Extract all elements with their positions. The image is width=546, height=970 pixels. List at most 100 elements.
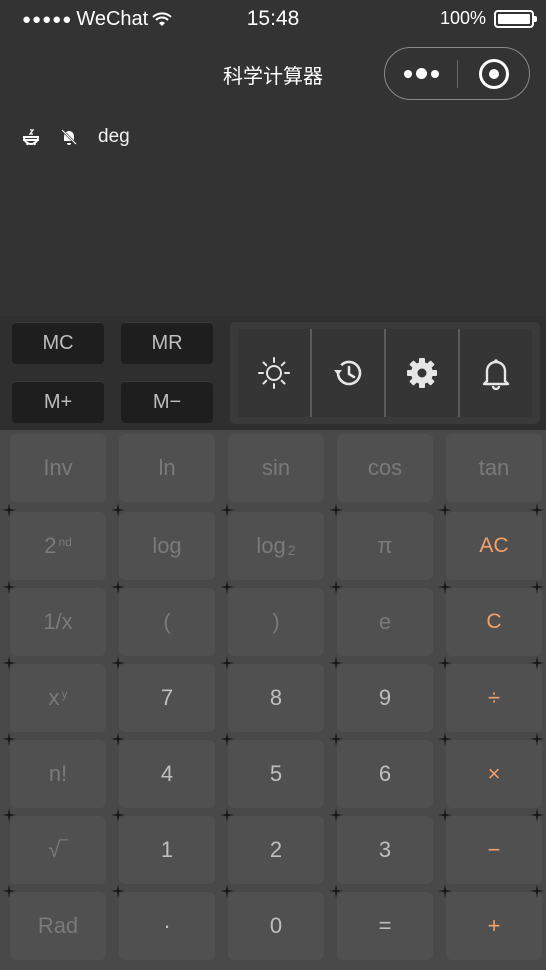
mini-program-capsule [384, 47, 530, 100]
digit-3-key[interactable]: 3 [337, 816, 433, 884]
mr-button[interactable]: MR [121, 322, 213, 364]
sparkle-icon [220, 884, 234, 898]
status-indicators: deg [20, 126, 130, 148]
battery-percent: 100% [439, 8, 486, 28]
factorial-key[interactable]: n! [10, 740, 106, 808]
digit-2-key[interactable]: 2 [228, 816, 324, 884]
more-dot-icon [403, 69, 412, 78]
brightness-icon [258, 357, 290, 389]
power-key-label: x [48, 685, 60, 710]
tan-key[interactable]: tan [446, 434, 542, 502]
sparkle-icon [111, 580, 125, 594]
sparkle-icon [438, 503, 452, 517]
gear-icon [407, 358, 437, 388]
second-key-sup: nd [58, 535, 72, 549]
sparkle-icon [111, 808, 125, 822]
cos-key[interactable]: cos [337, 434, 433, 502]
sparkle-icon [438, 808, 452, 822]
sparkle-icon [530, 580, 544, 594]
all-clear-key[interactable]: AC [446, 512, 542, 580]
sin-key[interactable]: sin [228, 434, 324, 502]
clear-key[interactable]: C [446, 588, 542, 656]
sparkle-icon [438, 732, 452, 746]
memory-toolbar: MC MR M+ M− [0, 316, 546, 430]
power-key[interactable]: xy [10, 664, 106, 732]
sparkle-icon [329, 808, 343, 822]
log2-key[interactable]: log 2 [228, 512, 324, 580]
angle-mode-label: deg [98, 126, 130, 147]
battery-icon [494, 9, 537, 28]
settings-button[interactable] [384, 329, 458, 417]
digit-4-key[interactable]: 4 [119, 740, 215, 808]
more-dot-icon [415, 68, 427, 79]
status-right: 100% [439, 8, 537, 29]
rad-key[interactable]: Rad [10, 892, 106, 960]
m-plus-button[interactable]: M+ [12, 381, 104, 423]
right-paren-key[interactable]: ) [228, 588, 324, 656]
sparkle-icon [220, 808, 234, 822]
close-ring-icon [478, 58, 509, 89]
sqrt-key[interactable]: √‾ [10, 816, 106, 884]
inv-key[interactable]: Inv [10, 434, 106, 502]
sparkle-icon [220, 580, 234, 594]
pi-key[interactable]: π [337, 512, 433, 580]
tool-panel [230, 322, 540, 424]
history-button[interactable] [310, 329, 384, 417]
digit-0-key[interactable]: 0 [228, 892, 324, 960]
digit-1-key[interactable]: 1 [119, 816, 215, 884]
ln-key[interactable]: ln [119, 434, 215, 502]
sparkle-icon [530, 808, 544, 822]
reminder-button[interactable] [458, 329, 532, 417]
m-minus-button[interactable]: M− [121, 381, 213, 423]
sparkle-icon [111, 884, 125, 898]
brightness-button[interactable] [238, 329, 310, 417]
nav-bar: 科学计算器 [0, 40, 546, 104]
sparkle-icon [2, 808, 16, 822]
log-key[interactable]: log [119, 512, 215, 580]
multiply-key[interactable]: × [446, 740, 542, 808]
status-bar: ●●●●● WeChat 15:48 100% [0, 0, 546, 40]
equals-key[interactable]: = [337, 892, 433, 960]
bell-icon [482, 359, 510, 390]
sparkle-icon [329, 732, 343, 746]
sparkle-icon [220, 503, 234, 517]
add-key[interactable]: + [446, 892, 542, 960]
log2-key-sub: 2 [287, 542, 296, 558]
sparkle-icon [329, 884, 343, 898]
digit-5-key[interactable]: 5 [228, 740, 324, 808]
reciprocal-key[interactable]: 1/x [10, 588, 106, 656]
sparkle-icon [2, 580, 16, 594]
digit-9-key[interactable]: 9 [337, 664, 433, 732]
sparkle-icon [530, 656, 544, 670]
more-dot-icon [430, 69, 439, 78]
digit-8-key[interactable]: 8 [228, 664, 324, 732]
sparkle-icon [2, 884, 16, 898]
sparkle-icon [530, 732, 544, 746]
digit-6-key[interactable]: 6 [337, 740, 433, 808]
log2-key-label: log [256, 533, 286, 558]
sparkle-icon [530, 503, 544, 517]
second-key[interactable]: 2nd [10, 512, 106, 580]
more-button[interactable] [385, 48, 457, 99]
subtract-key[interactable]: − [446, 816, 542, 884]
mc-button[interactable]: MC [12, 322, 104, 364]
second-key-label: 2 [44, 533, 57, 558]
sparkle-icon [111, 732, 125, 746]
digit-7-key[interactable]: 7 [119, 664, 215, 732]
e-key[interactable]: e [337, 588, 433, 656]
sparkle-icon [111, 656, 125, 670]
sparkle-icon [220, 732, 234, 746]
sparkle-icon [530, 884, 544, 898]
bell-off-icon [58, 126, 80, 148]
sleep-mode-icon [20, 126, 42, 148]
history-icon [334, 360, 362, 386]
left-paren-key[interactable]: ( [119, 588, 215, 656]
sparkle-icon [2, 656, 16, 670]
sparkle-icon [111, 503, 125, 517]
decimal-point-key[interactable]: · [119, 892, 215, 960]
close-button[interactable] [458, 58, 529, 89]
divide-key[interactable]: ÷ [446, 664, 542, 732]
sparkle-icon [438, 884, 452, 898]
sparkle-icon [2, 732, 16, 746]
display-area: deg [0, 104, 546, 316]
